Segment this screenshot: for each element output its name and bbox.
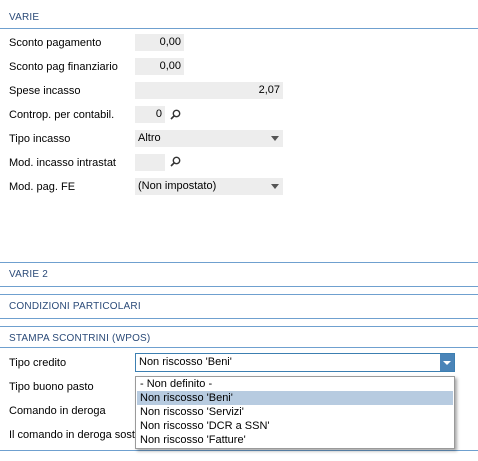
tipo-credito-value: Non riscosso 'Beni' — [139, 356, 232, 368]
chevron-down-icon — [271, 184, 279, 189]
section-rule — [0, 318, 478, 319]
sconto-pagamento-label: Sconto pagamento — [9, 37, 102, 49]
tipo-incasso-select[interactable]: Altro — [135, 130, 283, 147]
dropdown-option[interactable]: Non riscosso 'Fatture' — [137, 433, 453, 447]
sconto-pag-finanziario-value: 0,00 — [159, 60, 181, 72]
comando-deroga-sost-label: Il comando in deroga sosti — [9, 429, 138, 441]
sconto-pag-finanziario-label: Sconto pag finanziario — [9, 61, 118, 73]
section-rule — [0, 450, 478, 451]
section-rule — [0, 286, 478, 287]
tipo-buono-pasto-label: Tipo buono pasto — [9, 381, 94, 393]
section-stampa-scontrini[interactable]: STAMPA SCONTRINI (WPOS) — [0, 327, 478, 347]
tipo-credito-select[interactable]: Non riscosso 'Beni' — [135, 353, 455, 372]
section-title-stampa: STAMPA SCONTRINI (WPOS) — [9, 333, 151, 344]
dropdown-option[interactable]: - Non definito - — [137, 377, 453, 391]
sconto-pagamento-value: 0,00 — [159, 36, 181, 48]
section-varie-2[interactable]: VARIE 2 — [0, 263, 478, 283]
section-varie[interactable]: VARIE — [0, 8, 478, 28]
section-rule — [0, 28, 478, 29]
mod-pag-fe-label: Mod. pag. FE — [9, 181, 76, 193]
mod-pag-fe-value: (Non impostato) — [138, 180, 217, 192]
spese-incasso-value: 2,07 — [258, 84, 280, 96]
sconto-pag-finanziario-field[interactable]: 0,00 — [135, 58, 184, 75]
chevron-down-icon — [271, 136, 279, 141]
dropdown-button[interactable] — [440, 354, 454, 371]
search-icon[interactable] — [170, 156, 181, 167]
mod-incasso-intrastat-label: Mod. incasso intrastat — [9, 157, 116, 169]
contropartita-field[interactable]: 0 — [135, 106, 165, 123]
section-title-condizioni: CONDIZIONI PARTICOLARI — [9, 301, 141, 312]
contropartita-value: 0 — [155, 108, 162, 120]
dropdown-option[interactable]: Non riscosso 'DCR a SSN' — [137, 419, 453, 433]
section-title-varie: VARIE — [9, 12, 40, 23]
spese-incasso-label: Spese incasso — [9, 85, 81, 97]
section-title-varie-2: VARIE 2 — [9, 269, 49, 280]
spese-incasso-field[interactable]: 2,07 — [135, 82, 283, 99]
search-icon[interactable] — [170, 109, 181, 120]
tipo-credito-dropdown-list: - Non definito - Non riscosso 'Beni' Non… — [135, 376, 455, 449]
mod-incasso-intrastat-field[interactable] — [135, 154, 165, 171]
section-condizioni-particolari[interactable]: CONDIZIONI PARTICOLARI — [0, 295, 478, 315]
contropartita-label: Controp. per contabil. — [9, 109, 115, 121]
mod-pag-fe-select[interactable]: (Non impostato) — [135, 178, 283, 195]
chevron-down-icon — [443, 361, 451, 365]
section-rule — [0, 347, 478, 348]
tipo-credito-label: Tipo credito — [9, 357, 67, 369]
tipo-incasso-label: Tipo incasso — [9, 133, 71, 145]
comando-in-deroga-label: Comando in deroga — [9, 405, 106, 417]
dropdown-option[interactable]: Non riscosso 'Servizi' — [137, 405, 453, 419]
dropdown-option-selected[interactable]: Non riscosso 'Beni' — [137, 391, 453, 405]
tipo-incasso-value: Altro — [138, 132, 161, 144]
sconto-pagamento-field[interactable]: 0,00 — [135, 34, 184, 51]
